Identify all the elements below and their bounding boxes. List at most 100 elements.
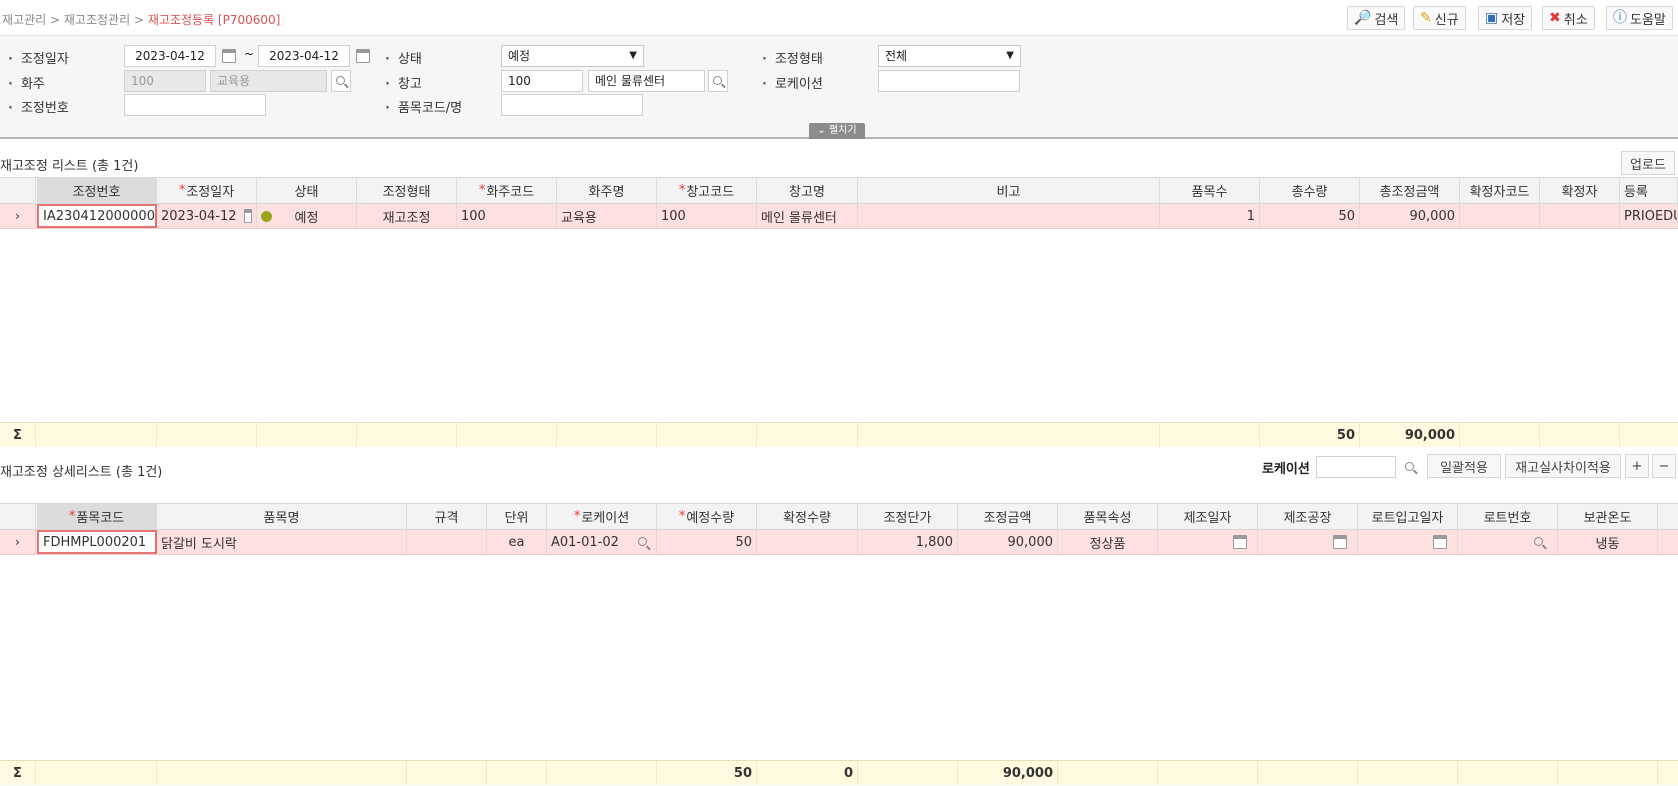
cell-mfg-date[interactable] xyxy=(1158,530,1258,554)
floppy-icon: ▣ xyxy=(1485,10,1499,26)
adjust-no-input[interactable] xyxy=(124,94,266,116)
col-confirmer-code[interactable]: 확정자코드 xyxy=(1460,178,1540,203)
col-temp[interactable]: 보관온도 xyxy=(1558,504,1658,529)
col-adjust-no[interactable]: 조정번호 xyxy=(37,178,157,203)
search-icon[interactable] xyxy=(1534,536,1543,546)
apply-diff-button[interactable]: 재고실사차이적용 xyxy=(1505,454,1621,478)
cell-confirmer-code xyxy=(1460,204,1540,228)
calendar-icon[interactable] xyxy=(222,49,236,63)
col-item-count[interactable]: 품목수 xyxy=(1160,178,1260,203)
cancel-button[interactable]: ✖ 취소 xyxy=(1542,6,1595,30)
date-to-input[interactable]: 2023-04-12 xyxy=(258,45,350,67)
col-attr[interactable]: 품목속성 xyxy=(1058,504,1158,529)
cell-unit-price[interactable]: 1,800 xyxy=(858,530,958,554)
col-total-qty[interactable]: 총수량 xyxy=(1260,178,1360,203)
calendar-icon[interactable] xyxy=(1433,535,1447,549)
col-confirm-qty[interactable]: 확정수량 xyxy=(757,504,858,529)
cell-item-code[interactable]: FDHMPL000201 xyxy=(37,530,157,554)
calendar-icon[interactable] xyxy=(356,49,370,63)
save-button[interactable]: ▣ 저장 xyxy=(1478,6,1533,30)
col-factory[interactable]: 제조공장 xyxy=(1258,504,1358,529)
cell-plan-qty[interactable]: 50 xyxy=(657,530,757,554)
search-button[interactable]: 🔎 검색 xyxy=(1347,6,1406,30)
cell-note[interactable] xyxy=(858,204,1160,228)
col-item-code[interactable]: * 품목코드 xyxy=(37,504,157,529)
col-adjust-date[interactable]: * 조정일자 xyxy=(157,178,257,203)
col-item-name[interactable]: 품목명 xyxy=(157,504,407,529)
apply-all-button[interactable]: 일괄적용 xyxy=(1427,454,1501,478)
expand-toggle[interactable]: ⌄ 펼치기 xyxy=(809,123,865,139)
cell-lot-in-date[interactable] xyxy=(1358,530,1458,554)
col-amount[interactable]: 조정금액 xyxy=(958,504,1058,529)
row-expand-icon[interactable]: › xyxy=(0,204,36,228)
breadcrumb-level1[interactable]: 재고관리 xyxy=(2,13,46,27)
warehouse-code-input[interactable]: 100 xyxy=(501,70,583,92)
col-registrant[interactable]: 등록 xyxy=(1620,178,1678,203)
col-spec[interactable]: 규격 xyxy=(407,504,487,529)
detail-location-input[interactable] xyxy=(1316,456,1396,478)
cell-total-amount: 90,000 xyxy=(1360,204,1460,228)
status-select[interactable]: 예정 ▼ xyxy=(501,45,644,67)
adjust-type-label: 조정형태 xyxy=(762,48,823,67)
cell-confirm-qty[interactable] xyxy=(757,530,858,554)
cell-temp[interactable]: 냉동 xyxy=(1558,530,1658,554)
cell-wh-code[interactable]: 100 xyxy=(657,204,757,228)
col-lot-no[interactable]: 로트번호 xyxy=(1458,504,1558,529)
cell-adjust-date[interactable]: 2023-04-12 xyxy=(157,204,257,228)
cell-location[interactable]: A01-01-02 xyxy=(547,530,657,554)
remove-row-button[interactable]: − xyxy=(1652,454,1676,478)
table-row[interactable]: › FDHMPL000201 닭갈비 도시락 ea A01-01-02 50 1… xyxy=(0,530,1678,555)
date-from-input[interactable]: 2023-04-12 xyxy=(124,45,216,67)
adjust-detail-grid: * 품목코드 품목명 규격 단위 * 로케이션 * 예정수량 확정수량 조정단가 조정… xyxy=(0,503,1678,786)
cell-confirmer xyxy=(1540,204,1620,228)
row-expand-icon[interactable]: › xyxy=(0,530,36,554)
calendar-icon[interactable] xyxy=(1333,535,1347,549)
top-bar: 재고관리 > 재고조정관리 > 재고조정등록 [P700600] 🔎 검색 ✎ … xyxy=(0,0,1678,36)
col-owner-name[interactable]: 화주명 xyxy=(557,178,657,203)
col-owner-code[interactable]: * 화주코드 xyxy=(457,178,557,203)
col-unit-price[interactable]: 조정단가 xyxy=(858,504,958,529)
cell-total-qty: 50 xyxy=(1260,204,1360,228)
location-input[interactable] xyxy=(878,70,1020,92)
cell-owner-name[interactable]: 교육용 xyxy=(557,204,657,228)
col-location[interactable]: * 로케이션 xyxy=(547,504,657,529)
adjust-type-select[interactable]: 전체 ▼ xyxy=(878,45,1021,67)
cell-wh-name[interactable]: 메인 물류센터 xyxy=(757,204,858,228)
calendar-icon[interactable] xyxy=(243,209,252,223)
calendar-icon[interactable] xyxy=(1233,535,1247,549)
owner-search-button[interactable] xyxy=(331,70,351,92)
cell-lot-no[interactable] xyxy=(1458,530,1558,554)
warehouse-name-input[interactable]: 메인 물류센터 xyxy=(588,70,705,92)
col-plan-qty[interactable]: * 예정수량 xyxy=(657,504,757,529)
cell-adjust-no[interactable]: IA2304120000001 xyxy=(37,204,157,228)
upload-button[interactable]: 업로드 xyxy=(1621,151,1675,175)
help-button[interactable]: ⓘ 도움말 xyxy=(1606,6,1673,30)
col-total-amount[interactable]: 총조정금액 xyxy=(1360,178,1460,203)
col-adjust-type[interactable]: 조정형태 xyxy=(357,178,457,203)
cell-adjust-type[interactable]: 재고조정 xyxy=(357,204,457,228)
col-note[interactable]: 비고 xyxy=(858,178,1160,203)
cell-unit[interactable]: ea xyxy=(487,530,547,554)
table-row[interactable]: › IA2304120000001 2023-04-12 예정 재고조정 100… xyxy=(0,204,1678,229)
warehouse-search-button[interactable] xyxy=(708,70,728,92)
cell-attr[interactable]: 정상품 xyxy=(1058,530,1158,554)
col-mfg-date[interactable]: 제조일자 xyxy=(1158,504,1258,529)
col-lot-in-date[interactable]: 로트입고일자 xyxy=(1358,504,1458,529)
sum-confirm-qty: 0 xyxy=(757,761,858,785)
detail-location-search-button[interactable] xyxy=(1400,456,1420,478)
breadcrumb-level2[interactable]: 재고조정관리 xyxy=(64,13,130,27)
status-label: 상태 xyxy=(385,48,422,67)
cell-item-name[interactable]: 닭갈비 도시락 xyxy=(157,530,407,554)
col-wh-name[interactable]: 창고명 xyxy=(757,178,858,203)
add-row-button[interactable]: + xyxy=(1625,454,1649,478)
col-confirmer[interactable]: 확정자 xyxy=(1540,178,1620,203)
cell-factory[interactable] xyxy=(1258,530,1358,554)
col-unit[interactable]: 단위 xyxy=(487,504,547,529)
cell-owner-code[interactable]: 100 xyxy=(457,204,557,228)
col-wh-code[interactable]: * 창고코드 xyxy=(657,178,757,203)
col-status[interactable]: 상태 xyxy=(257,178,357,203)
search-icon[interactable] xyxy=(638,537,647,546)
item-input[interactable] xyxy=(501,94,643,116)
new-button[interactable]: ✎ 신규 xyxy=(1413,6,1466,30)
cell-spec[interactable] xyxy=(407,530,487,554)
